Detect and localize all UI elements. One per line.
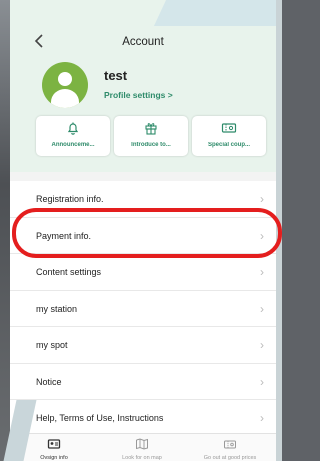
chevron-right-icon: › <box>260 338 264 352</box>
tab-label: Go out at good prices <box>203 455 257 461</box>
menu-item-my-station[interactable]: my station › <box>10 290 276 327</box>
menu-item-notice[interactable]: Notice › <box>10 363 276 400</box>
chevron-right-icon: › <box>260 192 264 206</box>
chevron-right-icon: › <box>260 265 264 279</box>
user-card-icon <box>47 439 61 449</box>
menu-item-my-spot[interactable]: my spot › <box>10 327 276 364</box>
announcements-card[interactable]: Announceme... <box>36 116 110 156</box>
introduce-card[interactable]: Introduce to... <box>114 116 188 156</box>
coupon-icon <box>221 123 237 133</box>
ticket-icon <box>224 440 236 449</box>
menu-item-content-settings[interactable]: Content settings › <box>10 254 276 291</box>
bottom-tab-bar: Ovsign info Look for on map Go out at go… <box>10 433 276 461</box>
bell-icon <box>67 122 79 135</box>
menu-item-label: Payment info. <box>36 230 92 241</box>
map-icon <box>136 438 148 450</box>
menu-item-label: Notice <box>36 376 62 387</box>
menu-item-label: my spot <box>36 340 68 350</box>
account-header: Account test Profile settings > Announce… <box>10 0 276 172</box>
chevron-right-icon: › <box>260 301 264 316</box>
menu-item-label: Registration info. <box>36 194 104 204</box>
profile-settings-link[interactable]: Profile settings > <box>104 90 173 100</box>
special-coupon-card-label: Special coup... <box>207 142 250 148</box>
avatar <box>42 62 88 108</box>
announcements-card-label: Announceme... <box>51 142 95 148</box>
tab-label: Look for on map <box>122 455 162 461</box>
username: test <box>104 68 128 83</box>
phone-screen: Account test Profile settings > Announce… <box>10 0 276 461</box>
tab-good-prices[interactable]: Go out at good prices <box>186 434 274 461</box>
avatar-body <box>51 89 79 108</box>
chevron-right-icon: › <box>260 374 264 389</box>
avatar-head <box>58 72 72 86</box>
menu-item-label: my station <box>36 303 78 314</box>
menu-item-help[interactable]: Help, Terms of Use, Instructions › <box>10 400 276 437</box>
account-menu-list: Registration info. › Payment info. › Con… <box>10 181 276 437</box>
chevron-right-icon: › <box>260 228 264 243</box>
gift-icon <box>145 123 157 135</box>
menu-item-registration-info[interactable]: Registration info. › <box>10 181 276 218</box>
tab-map[interactable]: Look for on map <box>98 434 186 461</box>
menu-item-label: Help, Terms of Use, Instructions <box>36 413 164 423</box>
menu-item-label: Content settings <box>36 267 102 277</box>
header-decoration <box>153 0 276 26</box>
shortcut-cards: Announceme... Introduce to... Special co… <box>36 116 268 156</box>
special-coupon-card[interactable]: Special coup... <box>192 116 266 156</box>
introduce-card-label: Introduce to... <box>131 142 171 148</box>
chevron-right-icon: › <box>260 411 264 425</box>
photo-frame-left <box>0 0 10 461</box>
menu-item-payment-info[interactable]: Payment info. › <box>10 217 276 254</box>
page-title: Account <box>122 36 164 48</box>
